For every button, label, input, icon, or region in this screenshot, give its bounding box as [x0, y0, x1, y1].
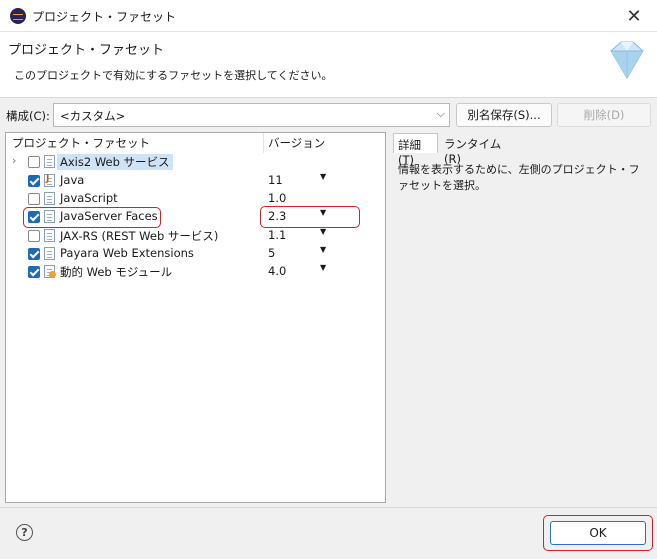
facet-checkbox[interactable] [28, 266, 40, 278]
facet-checkbox[interactable] [28, 175, 40, 187]
column-divider[interactable] [263, 133, 264, 153]
facet-icon [44, 247, 55, 260]
dropdown-arrow-icon[interactable]: ▼ [320, 172, 326, 181]
facet-name: 動的 Web モジュール [60, 265, 173, 279]
tab-details[interactable]: 詳細(T) [393, 133, 438, 167]
chevron-down-icon: ⌵ [436, 107, 445, 120]
facet-name: Payara Web Extensions [60, 246, 194, 260]
facet-icon [44, 155, 55, 168]
chevron-right-icon[interactable]: › [12, 154, 16, 167]
facet-version: 1.0 [268, 191, 287, 205]
facet-checkbox[interactable] [28, 248, 40, 260]
eclipse-icon [10, 8, 26, 24]
facet-name: Java [60, 173, 85, 187]
facet-checkbox[interactable] [28, 156, 40, 168]
facet-row-axis2[interactable]: › Axis2 Web サービス [6, 153, 385, 171]
save-as-button[interactable]: 別名保存(S)... [456, 103, 552, 127]
dropdown-arrow-icon[interactable]: ▼ [320, 227, 326, 236]
facet-row-java[interactable]: Java 11 ▼ [6, 172, 385, 190]
facet-table: プロジェクト・ファセット バージョン › Axis2 Web サービス Java… [5, 132, 386, 503]
window-title: プロジェクト・ファセット [32, 10, 177, 24]
facet-row-jaxrs[interactable]: JAX-RS (REST Web サービス) 1.1 ▼ [6, 227, 385, 245]
facet-checkbox[interactable] [28, 230, 40, 242]
tab-runtimes[interactable]: ランタイム(R) [440, 133, 510, 166]
footer-divider [0, 507, 657, 508]
highlight-ok-button [543, 515, 653, 551]
details-text: 情報を表示するために、左側のプロジェクト・ファセットを選択。 [398, 163, 640, 192]
config-label: 構成(C): [6, 109, 50, 123]
facet-name: JAX-RS (REST Web サービス) [60, 229, 219, 243]
title-bar: プロジェクト・ファセット ✕ [0, 0, 657, 32]
highlight-facet-name [23, 207, 161, 228]
facet-version[interactable]: 1.1 [268, 228, 286, 242]
facet-row-dynamic-web[interactable]: 動的 Web モジュール 4.0 ▼ [6, 263, 385, 281]
highlight-facet-version [260, 206, 360, 228]
dropdown-arrow-icon[interactable]: ▼ [320, 263, 326, 272]
facet-row-payara[interactable]: Payara Web Extensions 5 ▼ [6, 245, 385, 263]
facet-version[interactable]: 4.0 [268, 264, 286, 278]
details-panel: 情報を表示するために、左側のプロジェクト・ファセットを選択。 [393, 153, 651, 503]
delete-button[interactable]: 削除(D) [557, 103, 651, 127]
facet-version[interactable]: 5 [268, 246, 275, 260]
facet-name: JavaScript [60, 191, 118, 205]
facet-icon [44, 229, 55, 242]
web-module-icon [44, 265, 56, 278]
column-header-facet[interactable]: プロジェクト・ファセット [12, 135, 150, 153]
facet-checkbox[interactable] [28, 193, 40, 205]
facet-name: Axis2 Web サービス [57, 154, 173, 170]
header-description: このプロジェクトで有効にするファセットを選択してください。 [14, 69, 333, 82]
facet-icon [44, 192, 55, 205]
java-facet-icon [44, 174, 55, 187]
dialog-header: プロジェクト・ファセット このプロジェクトで有効にするファセットを選択してくださ… [0, 32, 657, 98]
gem-icon [610, 41, 644, 79]
dropdown-arrow-icon[interactable]: ▼ [320, 245, 326, 254]
config-select[interactable]: <カスタム> ⌵ [53, 103, 450, 127]
close-icon[interactable]: ✕ [611, 0, 657, 32]
facet-version[interactable]: 11 [268, 173, 283, 187]
config-value: <カスタム> [60, 109, 126, 123]
column-header-version[interactable]: バージョン [268, 135, 325, 153]
header-title: プロジェクト・ファセット [8, 43, 165, 58]
help-icon[interactable]: ? [16, 524, 33, 541]
